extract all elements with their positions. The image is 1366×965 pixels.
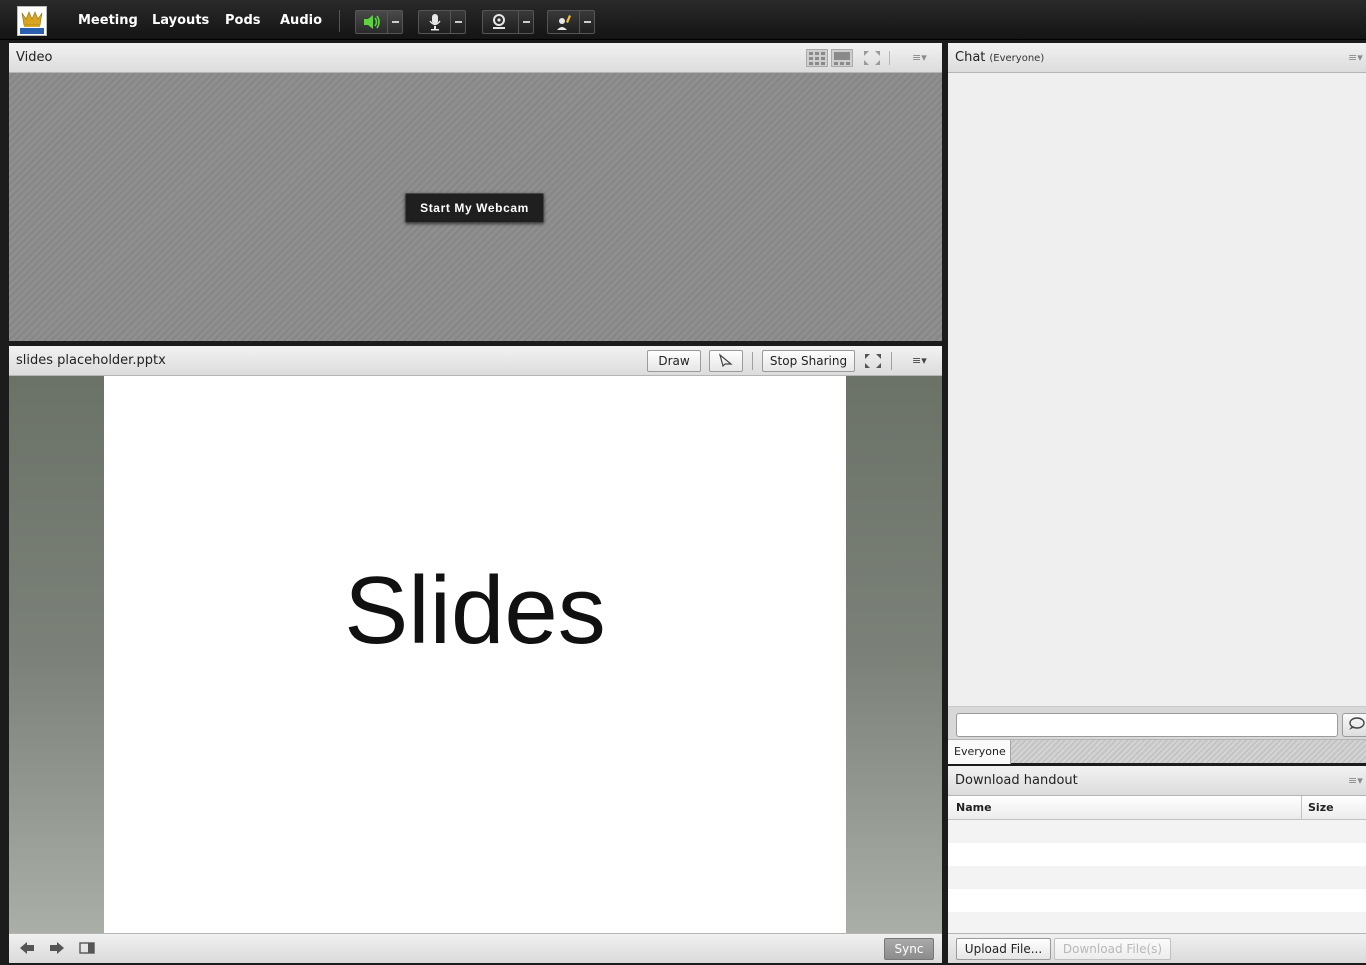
pointer-button[interactable]: [709, 350, 743, 372]
video-pod: Video ≡▾ Start My Webcam: [9, 43, 942, 341]
file-list: [948, 820, 1366, 935]
slide-stage: Slides: [9, 376, 942, 935]
pointer-icon: [718, 352, 733, 367]
stop-sharing-button[interactable]: Stop Sharing: [762, 350, 855, 372]
next-slide-icon[interactable]: [49, 941, 65, 958]
header-separator: [889, 51, 890, 65]
video-area: Start My Webcam: [9, 73, 942, 341]
column-size[interactable]: Size: [1308, 801, 1334, 814]
table-row: [948, 866, 1366, 889]
chat-title-text: Chat: [955, 50, 986, 65]
fullscreen-icon[interactable]: [864, 353, 882, 369]
webcam-icon: [493, 14, 505, 29]
column-name[interactable]: Name: [956, 801, 992, 814]
speech-bubble-icon: [1349, 716, 1365, 730]
share-pod: slides placeholder.pptx Draw Stop Sharin…: [9, 346, 942, 963]
share-pod-menu-icon[interactable]: ≡▾: [912, 354, 928, 368]
file-pod-footer: Upload File... Download File(s): [948, 933, 1366, 963]
microphone-button[interactable]: [418, 10, 466, 34]
file-pod-title: Download handout: [955, 773, 1078, 788]
table-row: [948, 912, 1366, 935]
file-share-pod: Download handout ≡▾ Name Size Upload Fil…: [948, 766, 1366, 963]
webcam-dropdown-icon[interactable]: [518, 11, 533, 33]
share-pod-footer: Sync: [9, 933, 942, 963]
microphone-dropdown-icon[interactable]: [450, 11, 465, 33]
chat-pod-header: Chat (Everyone) ≡▾: [948, 43, 1366, 73]
main-menu-bar: Meeting Layouts Pods Audio: [0, 0, 1366, 40]
filmstrip-view-icon[interactable]: [831, 49, 853, 67]
previous-slide-icon[interactable]: [19, 941, 35, 958]
fullscreen-icon[interactable]: [863, 50, 881, 66]
sidebar-toggle-icon[interactable]: [79, 941, 95, 958]
chat-scope: (Everyone): [989, 53, 1045, 64]
layouts-menu[interactable]: Layouts: [152, 0, 209, 40]
pods-menu[interactable]: Pods: [225, 0, 261, 40]
share-pod-header: slides placeholder.pptx Draw Stop Sharin…: [9, 346, 942, 376]
file-pod-menu-icon[interactable]: ≡▾: [1348, 774, 1364, 788]
chat-tab-everyone[interactable]: Everyone: [948, 740, 1011, 764]
slide-title: Slides: [344, 557, 606, 664]
table-row: [948, 820, 1366, 843]
table-row: [948, 843, 1366, 866]
chat-send-button[interactable]: [1342, 713, 1366, 737]
share-pod-title: slides placeholder.pptx: [16, 353, 166, 368]
grid-view-icon[interactable]: [806, 49, 828, 67]
video-pod-menu-icon[interactable]: ≡▾: [912, 51, 928, 65]
raise-hand-dropdown-icon[interactable]: [579, 11, 594, 33]
start-webcam-button[interactable]: Start My Webcam: [405, 193, 544, 223]
file-pod-header: Download handout ≡▾: [948, 766, 1366, 796]
raise-hand-button[interactable]: [547, 10, 595, 34]
video-pod-title: Video: [16, 50, 53, 65]
file-table-header: Name Size: [948, 796, 1366, 820]
chat-tab-bar: Everyone: [948, 739, 1366, 764]
speaker-button[interactable]: [355, 10, 403, 34]
speaker-dropdown-icon[interactable]: [387, 11, 402, 33]
column-separator[interactable]: [1301, 796, 1302, 820]
chat-input[interactable]: [956, 713, 1338, 737]
upload-file-button[interactable]: Upload File...: [956, 938, 1051, 960]
header-separator: [752, 352, 753, 370]
raise-hand-icon: [557, 15, 571, 30]
table-row: [948, 889, 1366, 912]
download-files-button[interactable]: Download File(s): [1054, 938, 1171, 960]
sync-button[interactable]: Sync: [884, 938, 934, 960]
meeting-menu[interactable]: Meeting: [78, 0, 138, 40]
chat-pod: Chat (Everyone) ≡▾ Everyone: [948, 43, 1366, 764]
menu-separator: [339, 10, 340, 32]
microphone-icon: [429, 14, 441, 31]
chat-pod-title: Chat (Everyone): [955, 50, 1044, 65]
chat-messages: [948, 73, 1366, 707]
draw-button[interactable]: Draw: [647, 350, 701, 372]
slide-canvas: Slides: [104, 376, 846, 935]
audio-menu[interactable]: Audio: [280, 0, 322, 40]
chat-pod-menu-icon[interactable]: ≡▾: [1348, 51, 1364, 65]
speaker-icon: [364, 15, 380, 29]
video-pod-header: Video ≡▾: [9, 43, 942, 73]
header-separator: [891, 352, 892, 370]
webcam-button[interactable]: [482, 10, 534, 34]
cussw-logo: [17, 6, 47, 36]
